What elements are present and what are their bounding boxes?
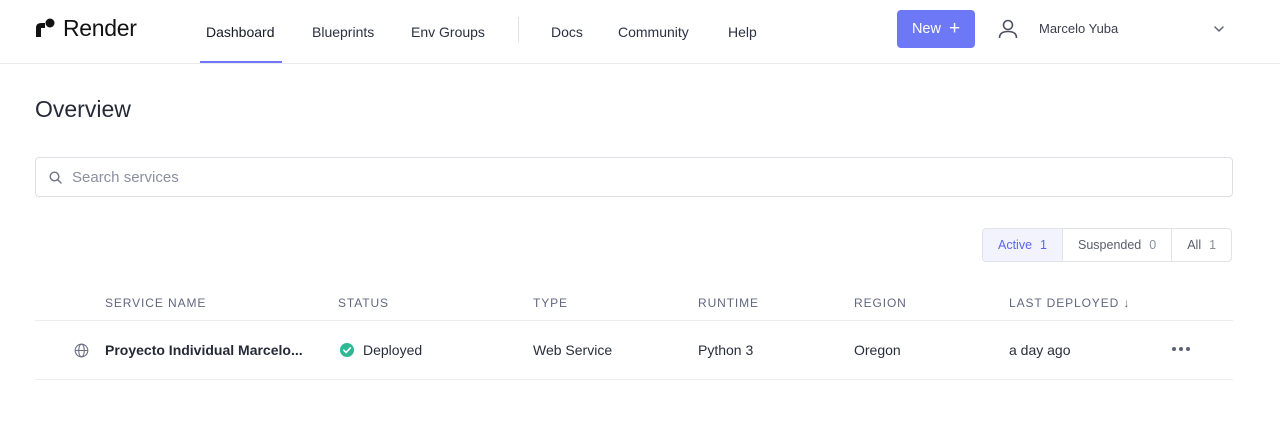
filter-all[interactable]: All 1 (1172, 229, 1231, 261)
render-logo[interactable]: Render (35, 14, 137, 41)
filter-label: Active (998, 238, 1033, 252)
more-dot (1186, 347, 1190, 351)
active-nav-indicator (200, 61, 282, 63)
column-header-last-deployed[interactable]: LAST DEPLOYED ↓ (1009, 296, 1130, 310)
nav-help[interactable]: Help (728, 0, 757, 64)
nav-dashboard[interactable]: Dashboard (206, 0, 275, 64)
region: Oregon (854, 342, 901, 358)
search-box[interactable] (35, 157, 1233, 197)
page-title: Overview (35, 96, 131, 122)
search-input[interactable] (72, 166, 1172, 188)
table-divider (35, 320, 1233, 321)
user-name[interactable]: Marcelo Yuba (1039, 21, 1118, 36)
more-dot (1179, 347, 1183, 351)
filter-count: 1 (1040, 238, 1047, 252)
table-divider (35, 379, 1233, 380)
column-header-service-name[interactable]: SERVICE NAME (105, 296, 206, 310)
nav-blueprints[interactable]: Blueprints (312, 0, 374, 64)
plus-icon: + (948, 17, 961, 39)
avatar[interactable] (988, 9, 1028, 49)
filter-suspended[interactable]: Suspended 0 (1063, 229, 1173, 261)
column-header-status[interactable]: STATUS (338, 296, 389, 310)
column-header-runtime[interactable]: RUNTIME (698, 296, 759, 310)
top-header: Render Dashboard Blueprints Env Groups D… (0, 0, 1280, 64)
check-circle-icon (340, 343, 354, 357)
new-button-label: New (911, 21, 941, 37)
filter-label: All (1187, 238, 1202, 252)
filter-count: 0 (1149, 238, 1157, 252)
column-header-type[interactable]: TYPE (533, 296, 568, 310)
service-name-link[interactable]: Proyecto Individual Marcelo... (105, 342, 303, 358)
nav-env-groups[interactable]: Env Groups (411, 0, 485, 64)
brand-name: Render (63, 14, 137, 41)
chevron-down-icon[interactable] (1212, 22, 1226, 36)
search-icon (49, 171, 62, 184)
service-filter-group: Active 1 Suspended 0 All 1 (982, 228, 1233, 262)
status-text: Deployed (363, 342, 423, 358)
nav-divider (518, 17, 519, 42)
globe-icon (74, 343, 89, 358)
more-horizontal-icon[interactable] (1170, 338, 1192, 360)
nav-community[interactable]: Community (618, 0, 689, 64)
filter-count: 1 (1209, 238, 1217, 252)
filter-label: Suspended (1078, 238, 1142, 252)
nav-docs[interactable]: Docs (551, 0, 583, 64)
service-type: Web Service (533, 342, 613, 358)
new-button[interactable]: New + (897, 10, 975, 48)
more-dot (1172, 347, 1176, 351)
column-header-region[interactable]: REGION (854, 296, 907, 310)
filter-active[interactable]: Active 1 (983, 229, 1063, 261)
render-logo-icon (36, 18, 55, 37)
user-icon (998, 19, 1018, 39)
runtime: Python 3 (698, 342, 754, 358)
last-deployed: a day ago (1009, 342, 1071, 358)
